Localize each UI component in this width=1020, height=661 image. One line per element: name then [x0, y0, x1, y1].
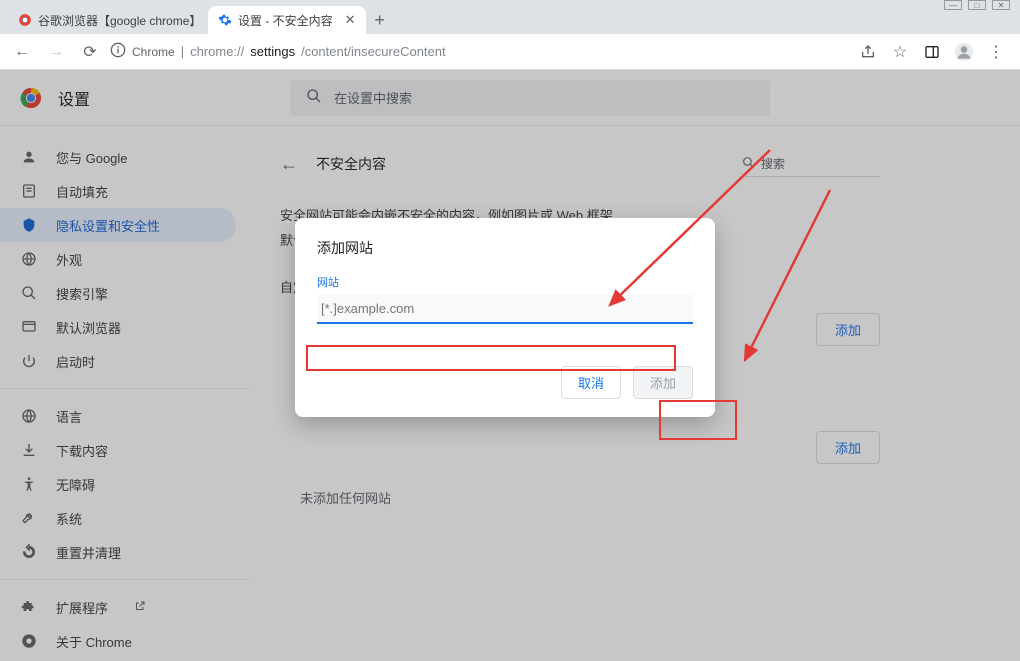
browser-toolbar: ← → ⟳ Chrome | chrome:// settings/content… — [0, 34, 1020, 70]
toolbar-actions: ☆ ⋮ — [858, 42, 1012, 62]
share-icon[interactable] — [858, 42, 878, 62]
bookmark-icon[interactable]: ☆ — [890, 42, 910, 62]
close-icon[interactable]: ✕ — [345, 12, 356, 28]
forward-button[interactable]: → — [42, 38, 70, 66]
side-panel-icon[interactable] — [922, 42, 942, 62]
cancel-button[interactable]: 取消 — [561, 366, 621, 399]
confirm-add-button[interactable]: 添加 — [633, 366, 693, 399]
maximize-button[interactable]: □ — [968, 0, 986, 10]
gear-icon — [218, 13, 232, 27]
tab-strip: 谷歌浏览器【google chrome】 ✕ 设置 - 不安全内容 ✕ + — [0, 0, 1020, 34]
reload-button[interactable]: ⟳ — [76, 38, 104, 66]
minimize-button[interactable]: — — [944, 0, 962, 10]
kebab-menu-icon[interactable]: ⋮ — [986, 42, 1006, 62]
address-bar[interactable]: Chrome | chrome:// settings/content/insec… — [110, 42, 852, 61]
browser-tab[interactable]: 谷歌浏览器【google chrome】 ✕ — [8, 6, 208, 34]
url-separator: | — [181, 44, 184, 59]
tab-title: 设置 - 不安全内容 — [238, 12, 333, 29]
close-window-button[interactable]: ✕ — [992, 0, 1010, 10]
url-scheme: chrome:// — [190, 44, 244, 59]
back-button[interactable]: ← — [8, 38, 36, 66]
browser-tab[interactable]: 设置 - 不安全内容 ✕ — [208, 6, 366, 34]
url-prefix: Chrome — [132, 45, 175, 59]
url-path-dark: settings — [250, 44, 295, 59]
chrome-icon — [18, 13, 32, 27]
field-label: 网站 — [317, 274, 693, 290]
profile-avatar[interactable] — [954, 42, 974, 62]
tab-title: 谷歌浏览器【google chrome】 — [38, 12, 201, 29]
add-site-dialog: 添加网站 网站 取消 添加 — [295, 218, 715, 417]
site-url-input[interactable] — [317, 294, 693, 324]
dialog-title: 添加网站 — [317, 238, 693, 258]
dialog-actions: 取消 添加 — [317, 366, 693, 399]
url-path-rest: /content/insecureContent — [301, 44, 446, 59]
new-tab-button[interactable]: + — [366, 6, 394, 34]
site-info-icon[interactable] — [110, 42, 126, 61]
window-controls: — □ ✕ — [944, 0, 1010, 10]
